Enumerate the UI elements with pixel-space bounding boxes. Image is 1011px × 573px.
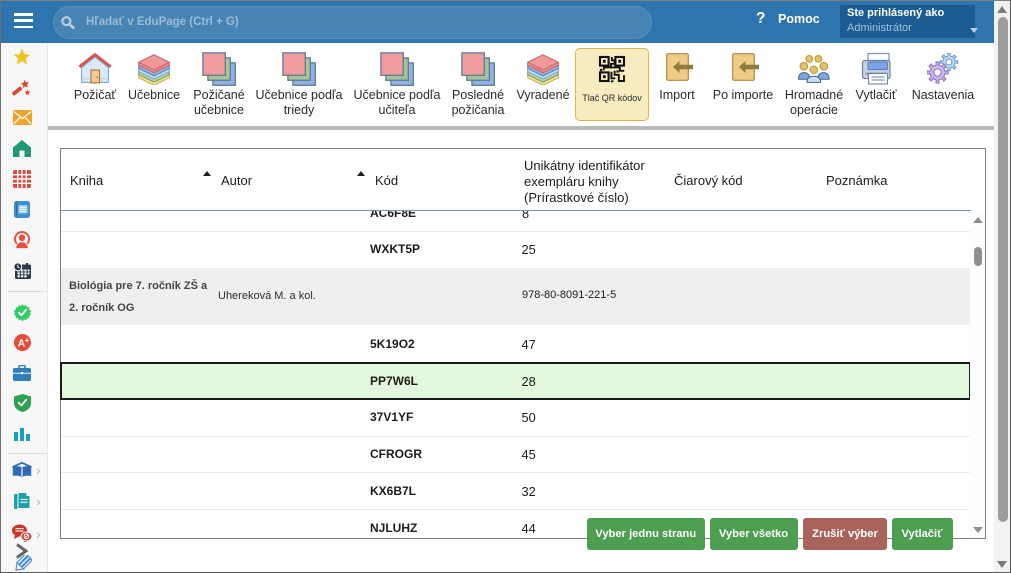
svg-text:+: + (25, 336, 30, 345)
